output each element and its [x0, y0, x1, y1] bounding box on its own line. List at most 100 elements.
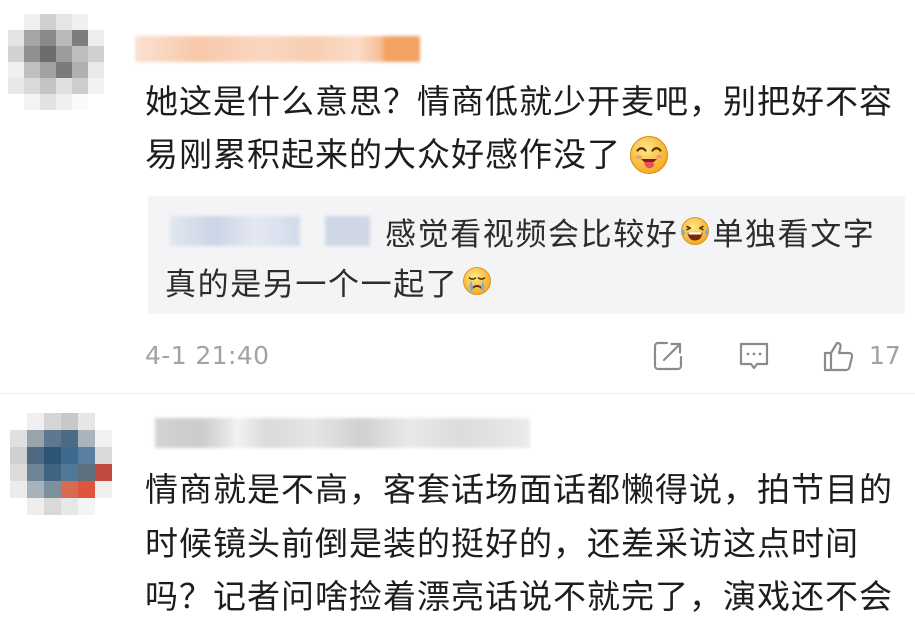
comment-text-segment: 她这是什么意思？情商低就少开麦吧，别把好不容	[145, 82, 893, 121]
avatar-mosaic-tile	[61, 413, 78, 430]
avatar-mosaic-tile	[56, 78, 72, 94]
avatar-mosaic-tile	[10, 430, 27, 447]
avatar-mosaic-tile	[88, 14, 104, 30]
avatar-mosaic-tile	[61, 447, 78, 464]
avatar-mosaic-tile	[27, 447, 44, 464]
avatar-mosaic-tile	[72, 94, 88, 110]
avatar-mosaic-tile	[72, 78, 88, 94]
avatar-mosaic-tile	[78, 498, 95, 515]
avatar-mosaic-tile	[88, 62, 104, 78]
crying-emoji-icon	[463, 267, 492, 295]
comment-card: 她这是什么意思？情商低就少开麦吧，别把好不容 易刚累积起来的大众好感作没了 感觉…	[0, 0, 915, 392]
reply-preview[interactable]: 感觉看视频会比较好 单独看文字 真的是另一个一起了	[148, 196, 905, 314]
avatar-mosaic-tile	[78, 481, 95, 498]
avatar-mosaic-tile	[24, 78, 40, 94]
avatar-mosaic-tile	[95, 447, 112, 464]
avatar-mosaic-tile	[44, 413, 61, 430]
avatar-mosaic-tile	[27, 430, 44, 447]
avatar-mosaic-tile	[61, 464, 78, 481]
username-redacted[interactable]	[155, 418, 530, 448]
avatar-mosaic-tile	[44, 447, 61, 464]
avatar-mosaic-tile	[10, 498, 27, 515]
avatar-mosaic-tile	[44, 430, 61, 447]
avatar-mosaic-tile	[95, 464, 112, 481]
drool-emoji-icon	[630, 135, 668, 174]
avatar-mosaic-tile	[78, 464, 95, 481]
avatar-mosaic-tile	[40, 14, 56, 30]
avatar-mosaic-tile	[95, 481, 112, 498]
avatar-mosaic-tile	[8, 14, 24, 30]
avatar-mosaic-tile	[61, 481, 78, 498]
avatar-mosaic-tile	[95, 413, 112, 430]
share-button[interactable]	[651, 339, 685, 373]
laughing-tears-emoji-icon	[681, 217, 710, 245]
avatar-mosaic-tile	[8, 46, 24, 62]
avatar-mosaic-tile	[40, 46, 56, 62]
comment-text-segment: 情商就是不高，客套话场面话都懒得说，拍节目的	[145, 470, 893, 509]
avatar-mosaic-tile	[8, 94, 24, 110]
comment-icon	[739, 342, 769, 370]
avatar-mosaic-tile	[27, 481, 44, 498]
reply-line: 真的是另一个一起了	[165, 256, 494, 306]
comment-card: 情商就是不高，客套话场面话都懒得说，拍节目的 时候镜头前倒是装的挺好的，还差采访…	[0, 394, 915, 624]
comment-feed: 她这是什么意思？情商低就少开麦吧，别把好不容 易刚累积起来的大众好感作没了 感觉…	[0, 0, 915, 624]
share-icon	[653, 341, 683, 371]
avatar-mosaic-tile	[10, 481, 27, 498]
avatar-mosaic-tile	[24, 46, 40, 62]
avatar-mosaic-tile	[10, 413, 27, 430]
avatar-mosaic-tile	[24, 30, 40, 46]
comment-text: 她这是什么意思？情商低就少开麦吧，别把好不容 易刚累积起来的大众好感作没了	[145, 75, 893, 181]
username-redacted[interactable]	[135, 36, 420, 62]
avatar-mosaic-tile	[78, 413, 95, 430]
avatar-mosaic-tile	[27, 464, 44, 481]
avatar-mosaic-tile	[10, 464, 27, 481]
avatar-mosaic-tile	[24, 62, 40, 78]
avatar-mosaic-tile	[61, 498, 78, 515]
reply-line: 感觉看视频会比较好 单独看文字	[170, 206, 875, 256]
like-button[interactable]: 17	[821, 339, 901, 373]
avatar-mosaic-tile	[56, 46, 72, 62]
reply-username-redacted[interactable]	[170, 216, 300, 246]
like-icon	[823, 341, 854, 372]
comment-footer: 4-1 21:40 17	[0, 338, 915, 374]
reply-text-segment: 感觉看视频会比较好	[385, 216, 679, 253]
avatar-mosaic-tile	[27, 498, 44, 515]
avatar-mosaic-tile	[24, 14, 40, 30]
avatar-mosaic-tile	[56, 94, 72, 110]
avatar-mosaic-tile	[72, 30, 88, 46]
avatar-mosaic-tile	[8, 78, 24, 94]
avatar-mosaic-tile	[88, 78, 104, 94]
comment-text-segment: 易刚累积起来的大众好感作没了	[145, 135, 621, 174]
comment-text-line: 情商就是不高，客套话场面话都懒得说，拍节目的	[145, 463, 893, 517]
comment-text-segment: 吗？记者问啥捡着漂亮话说不就完了，演戏还不会	[145, 577, 893, 616]
avatar-mosaic-tile	[40, 62, 56, 78]
avatar-mosaic-tile	[40, 30, 56, 46]
comment-timestamp: 4-1 21:40	[145, 341, 270, 370]
avatar-mosaic-tile	[56, 30, 72, 46]
like-count: 17	[869, 341, 901, 370]
comment-button[interactable]	[737, 339, 771, 373]
avatar-mosaic-tile	[44, 498, 61, 515]
avatar-mosaic-tile	[72, 14, 88, 30]
avatar-mosaic-tile	[72, 46, 88, 62]
avatar[interactable]	[10, 413, 112, 515]
avatar-mosaic-tile	[40, 78, 56, 94]
comment-text-line: 时候镜头前倒是装的挺好的，还差采访这点时间	[145, 517, 893, 571]
avatar-mosaic-tile	[78, 447, 95, 464]
comment-text: 情商就是不高，客套话场面话都懒得说，拍节目的 时候镜头前倒是装的挺好的，还差采访…	[145, 463, 893, 624]
reply-username-redacted[interactable]	[325, 216, 370, 246]
comment-text-segment: 时候镜头前倒是装的挺好的，还差采访这点时间	[145, 523, 859, 563]
avatar-mosaic-tile	[88, 94, 104, 110]
avatar[interactable]	[8, 14, 104, 110]
avatar-mosaic-tile	[88, 46, 104, 62]
avatar-mosaic-tile	[56, 62, 72, 78]
avatar-mosaic-tile	[44, 464, 61, 481]
reply-text-segment: 真的是另一个一起了	[165, 266, 459, 303]
avatar-mosaic-tile	[44, 481, 61, 498]
avatar-mosaic-tile	[24, 94, 40, 110]
avatar-mosaic-tile	[8, 30, 24, 46]
comment-text-line: 易刚累积起来的大众好感作没了	[145, 128, 893, 181]
comment-text-line: 她这是什么意思？情商低就少开麦吧，别把好不容	[145, 75, 893, 128]
avatar-mosaic-tile	[72, 62, 88, 78]
avatar-mosaic-tile	[95, 430, 112, 447]
